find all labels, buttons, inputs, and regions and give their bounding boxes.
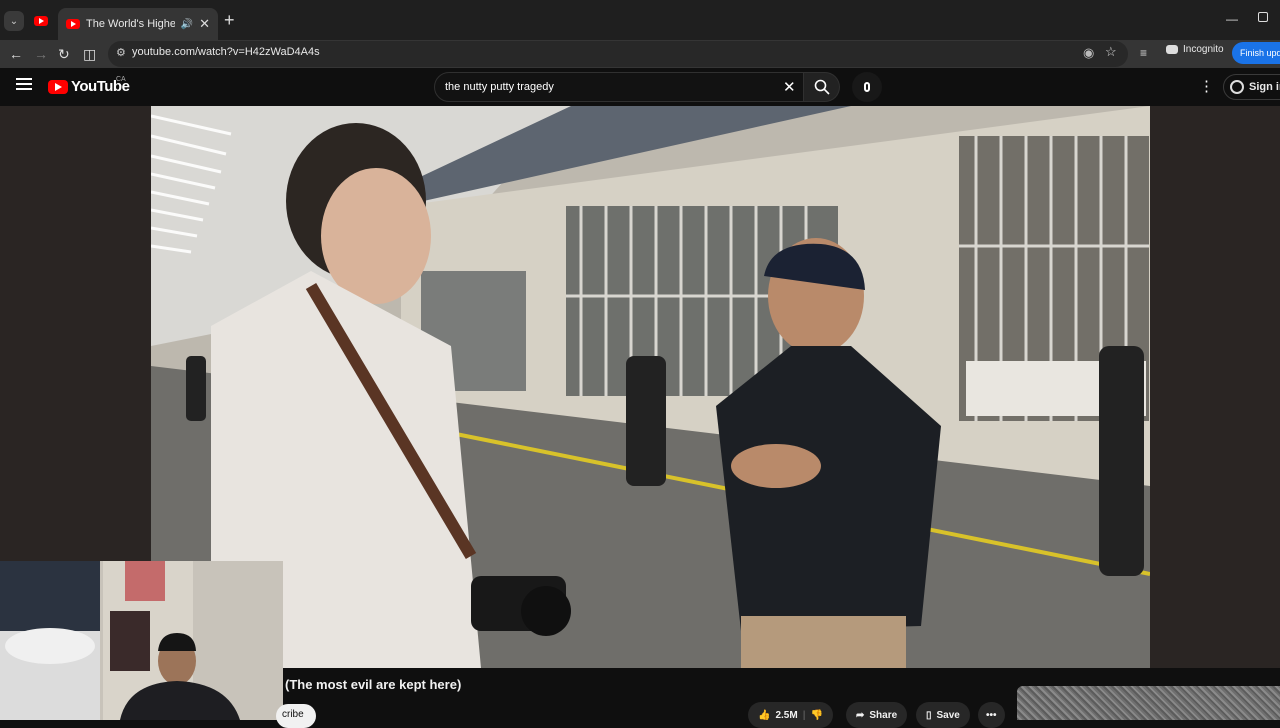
- video-player[interactable]: [151, 106, 1150, 668]
- search-button[interactable]: [804, 72, 840, 102]
- video-frame: [151, 106, 1150, 668]
- dislike-icon[interactable]: 👎: [811, 710, 823, 721]
- like-dislike-group: 👍 2.5M | 👎: [748, 702, 833, 728]
- account-icon: [1230, 80, 1244, 94]
- reload-icon[interactable]: ↻: [58, 44, 70, 64]
- browser-toolbar: ← → ↻ ◫ ⚙ youtube.com/watch?v=H42zWaD4A4…: [0, 40, 1280, 68]
- youtube-favicon-icon: [66, 19, 80, 29]
- pinned-tab-youtube[interactable]: [30, 10, 52, 32]
- bookmark-star-icon[interactable]: ☆: [1105, 44, 1117, 60]
- tracking-protection-icon[interactable]: ◉: [1083, 45, 1094, 61]
- like-icon[interactable]: 👍: [758, 710, 770, 721]
- microphone-icon: [864, 82, 870, 92]
- share-label: Share: [869, 709, 898, 721]
- search-input[interactable]: the nutty putty tragedy ✕: [434, 72, 804, 102]
- voice-search-button[interactable]: [852, 72, 882, 102]
- new-tab-icon[interactable]: +: [224, 11, 235, 29]
- like-count[interactable]: 2.5M: [775, 710, 797, 721]
- save-button[interactable]: ▯ Save: [916, 702, 970, 728]
- minimize-icon[interactable]: —: [1226, 12, 1238, 26]
- browser-tab-strip: ⌄ The World's Highest Securi 🔊 ✕ + —: [0, 0, 1280, 40]
- video-title: (The most evil are kept here): [285, 677, 462, 692]
- restore-window-icon[interactable]: [1258, 12, 1268, 22]
- bookmark-icon: ▯: [926, 709, 932, 721]
- incognito-icon: [1166, 45, 1178, 54]
- close-tab-icon[interactable]: ✕: [199, 16, 210, 32]
- sign-in-button[interactable]: Sign in: [1223, 74, 1280, 100]
- media-controls-icon[interactable]: ≡: [1140, 46, 1147, 60]
- split-view-icon[interactable]: ◫: [83, 44, 96, 64]
- clear-search-icon[interactable]: ✕: [783, 78, 796, 96]
- youtube-favicon-icon: [34, 16, 48, 26]
- settings-more-icon[interactable]: ⋮: [1199, 77, 1214, 95]
- subscribe-button[interactable]: cribe: [276, 704, 316, 728]
- share-button[interactable]: ➦ Share: [846, 702, 908, 728]
- forward-icon[interactable]: →: [34, 44, 48, 64]
- share-icon: ➦: [856, 709, 865, 721]
- search-query[interactable]: the nutty putty tragedy: [445, 81, 554, 93]
- finish-update-button[interactable]: Finish upda: [1232, 42, 1280, 64]
- back-icon[interactable]: ←: [9, 44, 23, 64]
- incognito-label: Incognito: [1183, 44, 1224, 55]
- incognito-indicator[interactable]: Incognito: [1166, 44, 1224, 55]
- address-bar[interactable]: ⚙ youtube.com/watch?v=H42zWaD4A4s ◉ ☆: [108, 41, 1128, 67]
- site-info-icon[interactable]: ⚙: [116, 46, 126, 59]
- sign-in-label: Sign in: [1249, 81, 1280, 93]
- more-actions-button[interactable]: •••: [978, 702, 1005, 728]
- webcam-overlay: [0, 561, 283, 720]
- divider: |: [802, 709, 806, 721]
- youtube-header: YouTube CA the nutty putty tragedy ✕ ⋮ S…: [0, 68, 1280, 106]
- pixelated-thumbnail: [1017, 686, 1280, 720]
- menu-icon[interactable]: [16, 78, 32, 90]
- region-code: CA: [116, 76, 126, 83]
- webcam-image: [0, 561, 283, 720]
- browser-tab-active[interactable]: The World's Highest Securi 🔊 ✕: [58, 8, 218, 40]
- more-horizontal-icon: •••: [986, 709, 997, 721]
- search-icon: [814, 79, 830, 95]
- youtube-play-icon: [48, 79, 68, 94]
- audio-playing-icon[interactable]: 🔊: [181, 19, 193, 30]
- save-label: Save: [936, 709, 960, 721]
- tab-title: The World's Highest Securi: [86, 18, 175, 30]
- tab-search-chevron-icon[interactable]: ⌄: [4, 11, 24, 31]
- url-text[interactable]: youtube.com/watch?v=H42zWaD4A4s: [132, 46, 320, 58]
